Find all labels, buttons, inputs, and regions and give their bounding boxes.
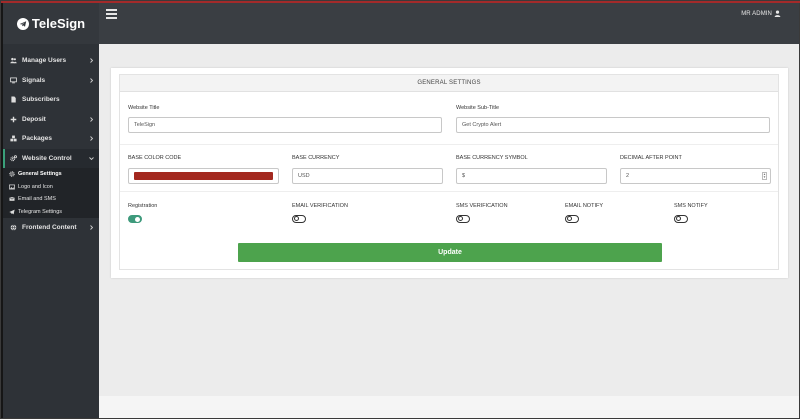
brand-name: TeleSign	[31, 16, 86, 31]
sidebar-item-signals[interactable]: Signals	[3, 71, 99, 91]
brand[interactable]: TeleSign	[3, 3, 99, 44]
general-settings-card: GENERAL SETTINGS Website Title Website S…	[111, 68, 788, 278]
sidebar-item-packages[interactable]: Packages	[3, 129, 99, 149]
chevron-right-icon	[88, 57, 94, 64]
user-menu[interactable]: MR ADMIN	[741, 10, 781, 17]
section-divider	[120, 191, 778, 192]
sidebar-item-deposit[interactable]: Deposit	[3, 110, 99, 130]
sidebar-subitem-telegram-settings[interactable]: Telegram Settings	[3, 206, 99, 219]
chevron-down-icon	[88, 155, 94, 162]
document-icon	[10, 96, 17, 103]
decimal-after-point-label: DECIMAL AFTER POINT	[620, 155, 682, 161]
monitor-icon	[10, 77, 17, 84]
app-window: TeleSign MR ADMIN Manage Users Signals S…	[0, 0, 800, 419]
base-currency-label: BASE CURRENCY	[292, 155, 340, 161]
website-title-label: Website Title	[128, 105, 160, 111]
sidebar-item-frontend-content[interactable]: Frontend Content	[3, 218, 99, 238]
users-icon	[10, 57, 17, 64]
telegram-logo-icon	[16, 17, 29, 30]
sms-verification-label: SMS VERIFICATION	[456, 203, 508, 209]
decimal-spinner-icon[interactable]: ▲ ▼	[762, 172, 767, 180]
sidebar-item-website-control[interactable]: Website Control	[3, 148, 99, 168]
currency-symbol-input[interactable]	[456, 168, 607, 184]
main-content: GENERAL SETTINGS Website Title Website S…	[99, 44, 799, 418]
sidebar-item-manage-users[interactable]: Manage Users	[3, 51, 99, 71]
envelope-icon	[9, 196, 15, 202]
image-icon	[9, 184, 15, 190]
globe-icon	[10, 224, 17, 231]
website-subtitle-label: Website Sub-Title	[456, 105, 500, 111]
footer-area	[99, 396, 799, 418]
paper-plane-icon	[9, 209, 15, 215]
card-title: GENERAL SETTINGS	[120, 75, 778, 92]
email-notify-toggle[interactable]	[565, 215, 579, 223]
user-name: MR ADMIN	[741, 10, 772, 17]
update-button[interactable]: Update	[238, 243, 662, 262]
chevron-right-icon	[88, 224, 94, 231]
sidebar-subitem-email-and-sms[interactable]: Email and SMS	[3, 193, 99, 206]
email-notify-label: EMAIL NOTIFY	[565, 203, 603, 209]
cogs-icon	[10, 155, 17, 162]
sms-verification-toggle[interactable]	[456, 215, 470, 223]
user-icon	[774, 10, 781, 17]
sidebar: Manage Users Signals Subscribers Deposit…	[3, 44, 99, 418]
sidebar-item-subscribers[interactable]: Subscribers	[3, 90, 99, 110]
menu-toggle-icon[interactable]	[106, 9, 117, 19]
base-color-label: BASE COLOR CODE	[128, 155, 182, 161]
top-header: TeleSign MR ADMIN	[3, 3, 799, 44]
settings-form: GENERAL SETTINGS Website Title Website S…	[119, 74, 779, 270]
registration-toggle[interactable]	[128, 215, 142, 223]
website-title-input[interactable]	[128, 117, 442, 133]
email-verification-label: EMAIL VERIFICATION	[292, 203, 348, 209]
cubes-icon	[10, 135, 17, 142]
registration-label: Registration	[128, 203, 158, 209]
section-divider	[120, 144, 778, 145]
sms-notify-toggle[interactable]	[674, 215, 688, 223]
decimal-stepper: ▲▼	[620, 168, 771, 184]
chevron-right-icon	[88, 135, 94, 142]
website-subtitle-input[interactable]	[456, 117, 770, 133]
decimal-after-point-input[interactable]	[620, 168, 771, 184]
sms-notify-label: SMS NOTIFY	[674, 203, 708, 209]
sidebar-subitem-logo-and-icon[interactable]: Logo and Icon	[3, 181, 99, 194]
base-currency-input[interactable]	[292, 168, 443, 184]
currency-symbol-label: BASE CURRENCY SYMBOL	[456, 155, 528, 161]
gear-icon	[9, 171, 15, 177]
email-verification-toggle[interactable]	[292, 215, 306, 223]
chevron-right-icon	[88, 116, 94, 123]
chevron-right-icon	[88, 77, 94, 84]
plus-icon	[10, 116, 17, 123]
base-color-picker[interactable]	[128, 168, 279, 184]
website-control-submenu: General Settings Logo and Icon Email and…	[3, 168, 99, 218]
sidebar-subitem-general-settings[interactable]: General Settings	[3, 168, 99, 181]
base-color-swatch	[134, 172, 273, 180]
